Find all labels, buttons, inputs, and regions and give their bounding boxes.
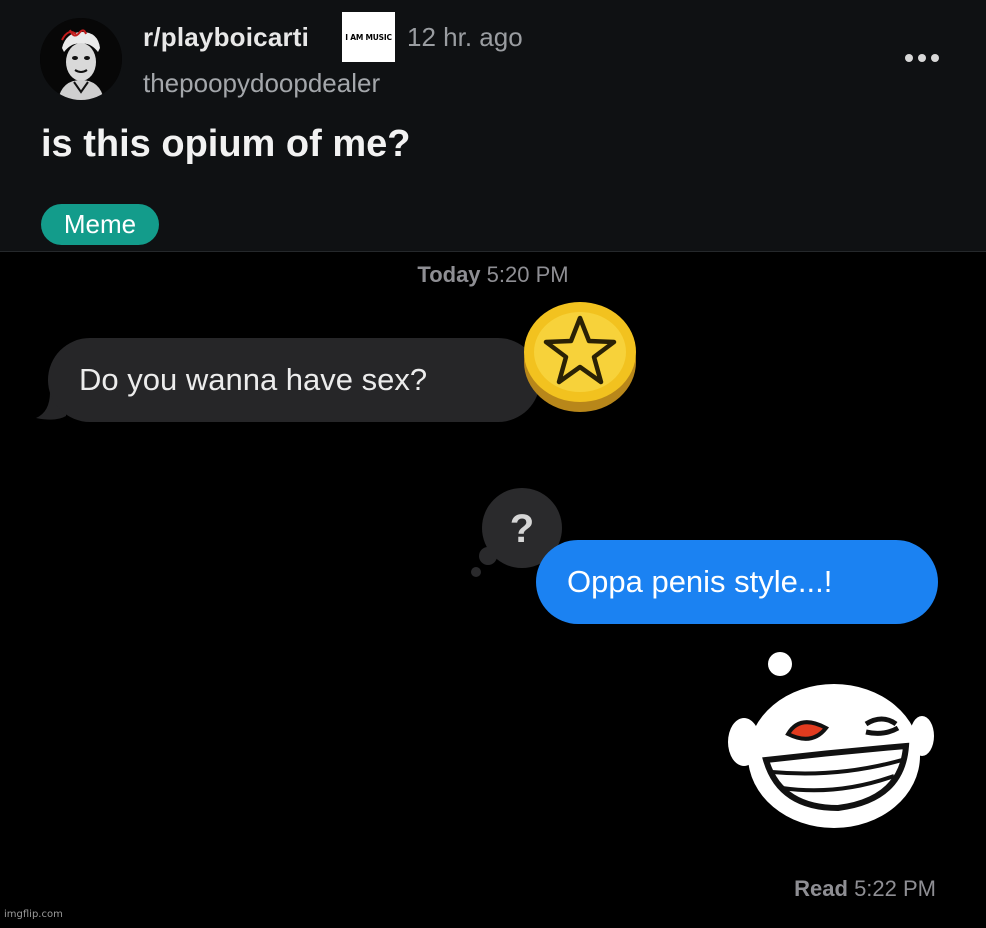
svg-text:?: ?	[510, 507, 534, 551]
read-receipt: Read 5:22 PM	[794, 876, 936, 902]
user-flair-badge: I AM MUSIC	[342, 12, 395, 62]
post-timestamp: 12 hr. ago	[407, 22, 523, 52]
post-author[interactable]: thepoopydoopdealer	[143, 68, 380, 99]
conversation-date: Today 5:20 PM	[0, 262, 986, 288]
subreddit-avatar[interactable]	[40, 18, 122, 100]
star-icon	[524, 302, 636, 412]
avatar-face-icon	[40, 18, 122, 100]
message-screenshot[interactable]: Today 5:20 PM Do you wanna have sex? ? O…	[0, 252, 986, 928]
incoming-message-bubble[interactable]: Do you wanna have sex?	[48, 338, 540, 422]
post-title[interactable]: is this opium of me?	[41, 123, 410, 166]
more-options-button[interactable]	[900, 44, 944, 72]
dot-icon	[931, 54, 939, 62]
incoming-message-text: Do you wanna have sex?	[79, 362, 428, 397]
outgoing-message-text: Oppa penis style...!	[567, 564, 833, 599]
watermark: imgflip.com	[4, 909, 63, 920]
outgoing-message-bubble[interactable]: Oppa penis style...!	[536, 540, 938, 624]
date-time: 5:20 PM	[486, 262, 569, 287]
dot-icon	[905, 54, 913, 62]
dot-icon	[918, 54, 926, 62]
subreddit-name[interactable]: r/playboicarti	[143, 22, 309, 53]
read-label: Read	[794, 876, 848, 901]
post-flair-tag[interactable]: Meme	[41, 204, 159, 245]
post-header: r/playboicarti I AM MUSIC 12 hr. ago the…	[0, 0, 986, 252]
trollface-icon	[728, 652, 934, 828]
read-time: 5:22 PM	[854, 876, 936, 901]
date-day: Today	[417, 262, 481, 287]
